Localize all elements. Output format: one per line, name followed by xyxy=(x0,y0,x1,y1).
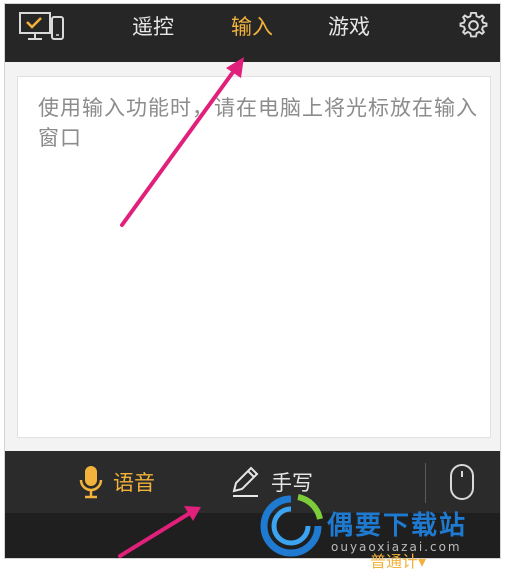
device-icon[interactable] xyxy=(19,11,65,43)
app-frame: 遥控 输入 游戏 使用输入功能时，请在电脑上将光标放在输入窗口 语音 手写 xyxy=(4,3,501,559)
watermark-logo-icon xyxy=(260,494,323,557)
input-placeholder: 使用输入功能时，请在电脑上将光标放在输入窗口 xyxy=(38,96,478,150)
tab-remote[interactable]: 遥控 xyxy=(132,12,174,42)
voice-input-label: 语音 xyxy=(113,471,155,495)
microphone-icon xyxy=(79,466,103,499)
pencil-icon xyxy=(232,466,259,497)
text-input-area[interactable]: 使用输入功能时，请在电脑上将光标放在输入窗口 xyxy=(17,76,491,438)
watermark-title: 偶要下载站 xyxy=(327,511,468,541)
bottom-divider xyxy=(425,463,426,503)
gear-icon[interactable] xyxy=(458,10,489,41)
voice-input-button[interactable]: 语音 xyxy=(79,463,155,501)
top-bar: 遥控 输入 游戏 xyxy=(5,4,500,62)
tab-game[interactable]: 游戏 xyxy=(328,12,370,42)
mouse-icon[interactable] xyxy=(449,463,475,501)
tab-input[interactable]: 输入 xyxy=(231,12,273,42)
partial-label: 普通计▾ xyxy=(370,552,427,571)
